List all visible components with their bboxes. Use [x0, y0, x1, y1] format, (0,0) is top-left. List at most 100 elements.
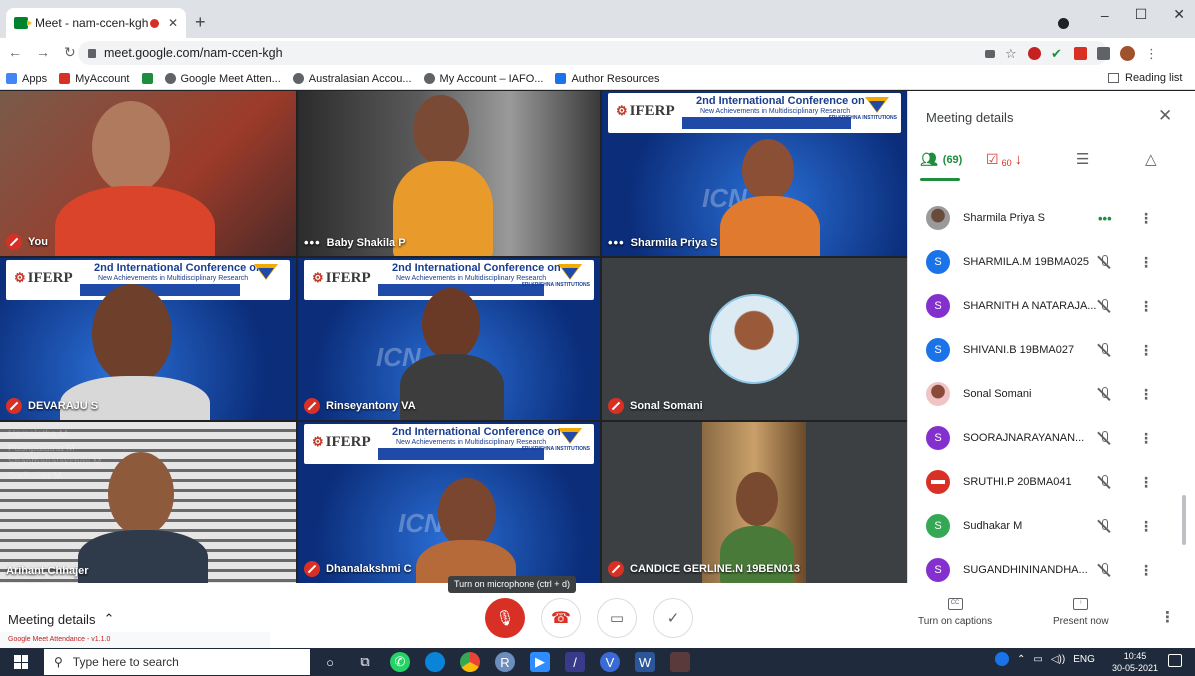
video-tile[interactable]: IFERP 2nd International Conference on Ne… — [602, 91, 907, 256]
participant-row[interactable]: S SHARNITH A NATARAJA... ⋮ — [907, 284, 1195, 328]
bookmark-apps[interactable]: Apps — [6, 73, 47, 85]
cortana-icon[interactable]: ○ — [320, 652, 340, 672]
word-icon[interactable]: W — [635, 652, 655, 672]
menu-dots-icon[interactable]: ⋮ — [1145, 47, 1158, 60]
close-icon[interactable]: ✕ — [1158, 106, 1172, 126]
avatar[interactable] — [1120, 46, 1135, 61]
chrome-icon[interactable] — [460, 652, 480, 672]
author-m-icon — [555, 73, 567, 84]
camera-toggle-button[interactable]: ▭ — [597, 598, 637, 638]
participant-row[interactable]: S SOORAJNARAYANAN... ⋮ — [907, 416, 1195, 460]
more-options-icon[interactable]: ⋮ — [1139, 254, 1153, 271]
notification-icon[interactable] — [1168, 654, 1182, 667]
maximize-button[interactable]: ☐ — [1135, 6, 1148, 23]
puzzle-icon[interactable] — [1097, 47, 1110, 60]
video-tile[interactable]: CANDICE GERLINE.N 19BEN013 — [602, 422, 907, 583]
banner-subtitle: New Achievements in Multidisciplinary Re… — [396, 275, 547, 282]
more-options-icon[interactable]: ⋮ — [1139, 562, 1153, 579]
leave-call-button[interactable]: ☎ — [541, 598, 581, 638]
zoom-icon[interactable]: ▶ — [530, 652, 550, 672]
participant-row[interactable]: S SHIVANI.B 19BMA027 ⋮ — [907, 328, 1195, 372]
taskbar-search[interactable]: ⚲ Type here to search — [44, 649, 310, 675]
chevron-up-icon[interactable]: ⌃ — [1017, 654, 1025, 665]
profile-indicator-icon[interactable] — [1058, 18, 1069, 29]
video-tile[interactable]: IFERP 2nd International Conference on Ne… — [298, 258, 600, 420]
more-options-icon[interactable]: ⋮ — [1139, 518, 1153, 535]
avatar: S — [926, 426, 950, 450]
more-options-icon[interactable]: ⋮ — [1139, 474, 1153, 491]
bookmark-iafor[interactable]: My Account – IAFO... — [423, 73, 543, 85]
bookmark-meet-attendance[interactable]: Google Meet Atten... — [164, 73, 281, 85]
bookmark-myaccount[interactable]: MyAccount — [59, 73, 130, 85]
active-chrome-icon[interactable] — [670, 652, 690, 672]
tab-close-button[interactable]: ✕ — [168, 16, 178, 30]
video-tile[interactable]: IFERP 2nd International Conference on Ne… — [0, 258, 296, 420]
present-now-button[interactable]: ↑ Present now — [1053, 598, 1109, 627]
participant-row[interactable]: S SHARMILA.M 19BMA025 ⋮ — [907, 240, 1195, 284]
star-icon[interactable]: ☆ — [1005, 47, 1018, 60]
participant-name: Sudhakar M — [963, 520, 1023, 532]
bookmark-australasian[interactable]: Australasian Accou... — [292, 73, 412, 85]
participant-video — [92, 101, 170, 193]
new-tab-button[interactable]: + — [195, 12, 206, 33]
onenote-icon[interactable]: / — [565, 652, 585, 672]
mic-off-icon — [304, 561, 320, 577]
people-icon: 👥︎ — [920, 151, 938, 167]
participant-row[interactable]: Sonal Somani ⋮ — [907, 372, 1195, 416]
tab-attendance[interactable]: ☑ 60 ↓ — [986, 151, 1022, 168]
video-tile[interactable]: ••• Baby Shakila P — [298, 91, 600, 256]
battery-icon[interactable]: ▭ — [1033, 654, 1042, 665]
more-options-icon[interactable]: ⋮ — [1139, 210, 1153, 227]
participant-row[interactable]: S Sudhakar M ⋮ — [907, 504, 1195, 548]
tab-chat[interactable]: ☰ — [1076, 150, 1089, 168]
video-tile[interactable]: IFERP 2nd International Conference on Ne… — [298, 422, 600, 583]
browser-tab[interactable]: Meet - nam-ccen-kgh ✕ — [6, 8, 186, 38]
mic-off-icon — [1097, 343, 1111, 357]
close-window-button[interactable]: ✕ — [1173, 6, 1185, 23]
edge-icon[interactable] — [425, 652, 445, 672]
v-app-icon[interactable]: V — [600, 652, 620, 672]
language-indicator[interactable]: ENG — [1073, 654, 1095, 665]
address-bar[interactable]: meet.google.com/nam-ccen-kgh — [78, 41, 1108, 65]
whatsapp-icon[interactable]: ✆ — [390, 652, 410, 672]
app-r-icon[interactable]: R — [495, 652, 515, 672]
back-arrow-icon[interactable]: ← — [8, 44, 22, 61]
windows-start-icon[interactable] — [14, 655, 28, 669]
reload-icon[interactable]: ↻ — [64, 44, 76, 61]
forward-arrow-icon[interactable]: → — [36, 44, 50, 61]
video-tile[interactable]: Arihant Chhajer — [0, 422, 296, 583]
taskbar-clock[interactable]: 10:45 30-05-2021 — [1112, 650, 1158, 674]
reading-list-icon — [1108, 73, 1119, 83]
sri-krishna-logo — [552, 426, 588, 460]
more-options-icon[interactable]: ⋮ — [1139, 298, 1153, 315]
volume-icon[interactable]: ◁)) — [1051, 654, 1065, 665]
bookmark-check[interactable] — [141, 73, 153, 84]
participant-row[interactable]: Sharmila Priya S ••• ⋮ — [907, 196, 1195, 240]
participant-face — [736, 472, 778, 526]
tab-activities[interactable]: △ — [1145, 150, 1157, 168]
more-options-icon[interactable]: ⋮ — [1139, 342, 1153, 359]
participant-row[interactable]: SRUTHI.P 20BMA041 ⋮ — [907, 460, 1195, 504]
globe-icon — [164, 73, 176, 84]
more-options-icon[interactable]: ⋮ — [1160, 608, 1175, 626]
task-view-icon[interactable]: ⧉ — [355, 652, 375, 672]
video-tile-you[interactable]: You — [0, 91, 296, 256]
tab-people[interactable]: 👥︎ (69) — [920, 151, 962, 181]
help-icon[interactable] — [995, 652, 1009, 666]
captions-button[interactable]: CC Turn on captions — [918, 598, 992, 627]
more-options-icon[interactable]: ⋮ — [1139, 386, 1153, 403]
microphone-toggle-button[interactable]: 🎙︎ — [485, 598, 525, 638]
more-options-icon[interactable]: ⋮ — [1139, 430, 1153, 447]
attendance-check-button[interactable]: ✓ — [653, 598, 693, 638]
bookmark-author-resources[interactable]: Author Resources — [555, 73, 660, 85]
reading-list-button[interactable]: Reading list — [1108, 72, 1182, 84]
video-tile[interactable]: Sonal Somani — [602, 258, 907, 420]
meeting-details-toggle[interactable]: Meeting details ⌃ — [8, 611, 114, 627]
captions-icon: CC — [947, 598, 963, 610]
camera-icon[interactable] — [985, 49, 995, 58]
attendance-extension-icon[interactable] — [1074, 47, 1087, 60]
shield-extension-icon[interactable] — [1028, 47, 1041, 60]
minimize-button[interactable]: – — [1101, 7, 1109, 23]
panel-scrollbar[interactable] — [1182, 495, 1186, 545]
check-extension-icon[interactable]: ✔ — [1051, 47, 1064, 60]
